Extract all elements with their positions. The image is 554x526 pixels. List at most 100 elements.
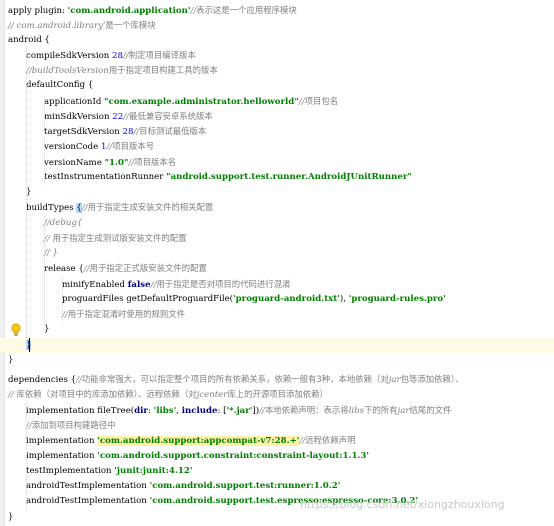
code-line-current[interactable]: } (0, 338, 554, 353)
code-line[interactable]: implementation 'com.android.support.cons… (0, 449, 369, 464)
code-token: 功能非常强大，可以指定整个项目的所有依赖关系，依赖一般有3种，本地依赖（对 (81, 374, 389, 384)
code-line[interactable]: buildTypes {//用于指定生成安装文件的相关配置 (0, 200, 213, 215)
code-line[interactable]: release {//用于指定正式版安装文件的配置 (0, 261, 207, 276)
code-token: "com.example.administrator.helloworld" (104, 97, 299, 107)
code-token: 'junit:junit:4.12' (114, 466, 193, 476)
code-token: } (8, 512, 14, 522)
code-token: dir (134, 406, 148, 416)
code-token: } (44, 324, 50, 334)
code-token: versionCode (44, 142, 101, 152)
code-line[interactable]: // com.android.library'是一个库模块 (0, 18, 156, 33)
code-token: 22 (112, 112, 124, 122)
code-line[interactable]: compileSdkVersion 28//制定项目编译版本 (0, 48, 196, 63)
indent-guide (44, 216, 46, 322)
code-token: proguardFiles getDefaultProguardFile( (62, 294, 234, 304)
code-token: android { (8, 35, 50, 45)
code-token: minifyEnabled (62, 280, 128, 290)
code-token: 用于指定生成安装文件的相关配置 (87, 202, 214, 212)
code-token: jar (397, 406, 410, 416)
code-token: dependencies (8, 375, 71, 385)
code-line[interactable]: testInstrumentationRunner "android.suppo… (0, 170, 412, 185)
code-token: implementation (26, 451, 98, 461)
code-token: 用于指定混淆时使用的规则文件 (67, 309, 186, 319)
code-token: libs (348, 406, 365, 416)
code-token: defaultConfig { (26, 80, 94, 90)
code-token: include (181, 406, 218, 416)
code-line[interactable]: testImplementation 'junit:junit:4.12' (0, 464, 193, 479)
code-token: androidTestImplementation (26, 496, 150, 506)
watermark: https://blog.csdn.net/xiongzhouxiong (300, 498, 505, 511)
code-token: 项目包名 (304, 96, 339, 106)
code-token: 用于指定生成测试版安装文件的配置 (52, 233, 187, 243)
code-token: 制定项目编译版本 (128, 50, 196, 60)
code-token: ), (339, 294, 349, 304)
code-line[interactable]: androidTestImplementation 'com.android.s… (0, 479, 340, 494)
code-token: targetSdkVersion (44, 127, 123, 137)
code-line[interactable]: // 库依赖（对项目中的库添加依赖）、远程依赖（对jcenter库上的开源项目添… (0, 387, 328, 402)
code-token: 'proguard-rules.pro' (348, 294, 446, 304)
code-token: compileSdkVersion (26, 51, 113, 61)
code-line[interactable]: // } (0, 246, 58, 261)
code-line[interactable]: proguardFiles getDefaultProguardFile( 'pr… (0, 292, 446, 307)
code-line[interactable]: } (0, 353, 13, 368)
code-token: 用于指定项目构建工具的版本 (108, 65, 218, 75)
code-token: } (8, 355, 14, 365)
code-line[interactable]: targetSdkVersion 28//目标测试最低版本 (0, 124, 206, 139)
code-line[interactable]: applicationId "com.example.administrator… (0, 94, 338, 109)
code-token: // (8, 390, 17, 400)
code-line[interactable]: android { (0, 33, 50, 48)
code-line[interactable]: versionCode 1//项目版本号 (0, 139, 154, 154)
code-token: 远程依赖声明 (305, 435, 356, 445)
code-line[interactable]: implementation 'com.android.support:appc… (0, 433, 356, 448)
code-line[interactable]: dependencies {//功能非常强大，可以指定整个项目的所有依赖关系，依… (0, 372, 463, 387)
code-token: // com.android.library (8, 21, 104, 31)
code-token: 表示这是一个应用程序模块 (196, 5, 297, 15)
code-token: //debug{ (44, 218, 83, 228)
code-editor[interactable]: apply plugin: 'com.android.application' /… (0, 0, 554, 526)
code-token: release (44, 264, 79, 274)
indent-guide (26, 48, 28, 338)
code-token: 库上的开源项目添加依赖） (227, 389, 328, 399)
lightbulb-icon[interactable] (10, 323, 22, 337)
code-token: 最低兼容安卓系统版本 (128, 111, 213, 121)
code-token: testImplementation (26, 466, 115, 476)
code-token: applicationId (44, 97, 105, 107)
code-token: // } (44, 248, 58, 258)
code-token: 包等添加依赖）、 (400, 374, 464, 384)
code-line[interactable]: } (0, 322, 49, 337)
code-token: 'com.android.support.constraint:constrai… (97, 451, 370, 461)
code-token: 目标测试最低版本 (139, 126, 207, 136)
code-token: '*.jar' (226, 406, 253, 416)
code-token: versionName (44, 158, 105, 168)
code-token: 结尾的文件 (409, 405, 452, 415)
code-line[interactable]: minSdkVersion 22//最低兼容安卓系统版本 (0, 109, 213, 124)
code-token: "1.0" (104, 158, 129, 168)
code-token: 项目版本号 (112, 141, 155, 151)
code-token: 库依赖（对项目中的库添加依赖）、远程依赖（对 (16, 389, 197, 399)
code-token: '是一个库模块 (103, 20, 156, 30)
indent-guide (26, 403, 28, 510)
code-line[interactable]: implementation fileTree(dir: 'libs', inc… (0, 403, 451, 418)
code-token: implementation fileTree( (26, 406, 135, 416)
code-token: //buildToolsVersion (26, 66, 109, 76)
code-token: 用于指定是否对项目的代码进行混淆 (156, 279, 291, 289)
code-token: 28 (122, 127, 134, 137)
code-line[interactable]: //添加到项目构建路径中 (0, 418, 116, 433)
code-token: minSdkVersion (44, 112, 113, 122)
code-line[interactable]: //buildToolsVersion用于指定项目构建工具的版本 (0, 63, 218, 78)
code-line[interactable]: //debug{ (0, 216, 82, 231)
text-caret (29, 338, 30, 352)
code-token: 本地依赖声明：表示将 (264, 405, 349, 415)
code-token: "android.support.test.runner.AndroidJUni… (166, 172, 412, 182)
indent-guide (44, 94, 46, 185)
code-line[interactable]: defaultConfig { (0, 78, 93, 93)
code-token: buildTypes (26, 203, 77, 213)
code-token: 'com.android.support:appcompat-v7:28.+' (97, 436, 300, 446)
code-line[interactable]: } (0, 510, 13, 525)
code-token: false (127, 280, 151, 290)
code-token: 28 (112, 51, 123, 61)
code-token: 'com.android.support.test:runner:1.0.2' (149, 481, 341, 491)
code-line[interactable]: apply plugin: 'com.android.application'/… (0, 3, 297, 18)
code-token: 'com.android.application' (67, 6, 191, 16)
code-token: 用于指定正式版安装文件的配置 (89, 263, 207, 273)
